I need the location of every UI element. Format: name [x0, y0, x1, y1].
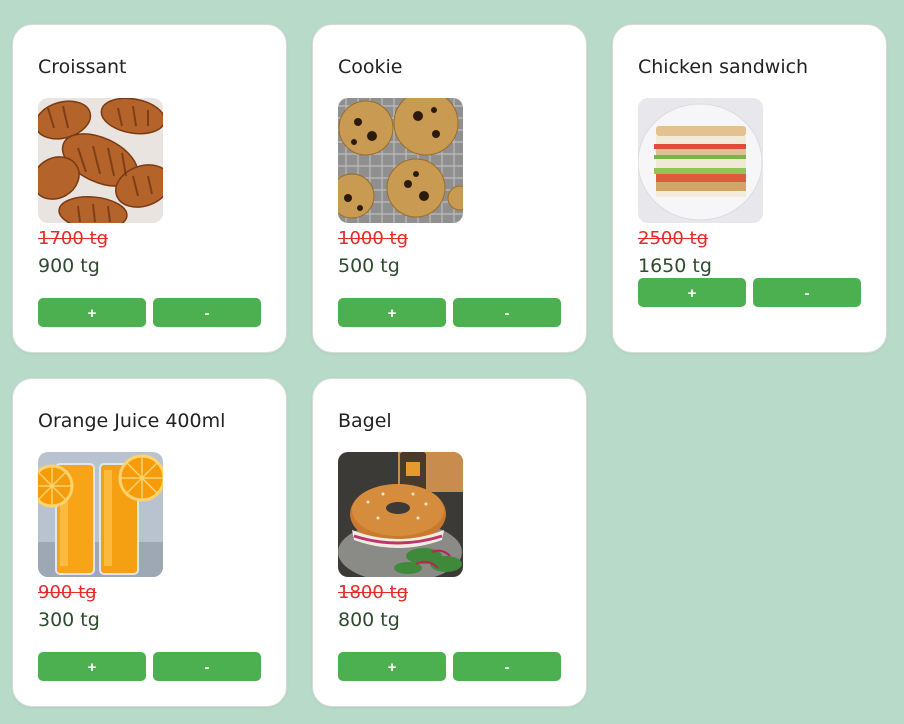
discounted-price: 800 tg — [338, 609, 400, 631]
remove-button[interactable]: - — [153, 298, 261, 327]
discounted-price: 300 tg — [38, 609, 100, 631]
orange-juice-photo — [38, 452, 163, 577]
add-button[interactable]: + — [38, 298, 146, 327]
product-card-orange-juice: Orange Juice 400ml 900 tg 300 tg + - — [12, 378, 287, 707]
original-price: 1000 tg — [338, 228, 409, 249]
original-price: 1700 tg — [38, 228, 109, 249]
add-button[interactable]: + — [338, 298, 446, 327]
remove-button[interactable]: - — [753, 278, 861, 307]
cookie-photo — [338, 98, 463, 223]
product-grid: Croissant 1700 tg 900 tg + - Cookie 1000… — [12, 24, 887, 707]
add-button[interactable]: + — [38, 652, 146, 681]
product-title: Croissant — [38, 56, 127, 78]
bagel-photo — [338, 452, 463, 577]
sandwich-photo — [638, 98, 763, 223]
remove-button[interactable]: - — [453, 298, 561, 327]
product-card-cookie: Cookie 1000 tg 500 tg + - — [312, 24, 587, 353]
product-title: Chicken sandwich — [638, 56, 809, 78]
remove-button[interactable]: - — [453, 652, 561, 681]
product-card-bagel: Bagel 1800 tg 800 tg + - — [312, 378, 587, 707]
product-title: Bagel — [338, 410, 392, 432]
discounted-price: 900 tg — [38, 255, 100, 277]
discounted-price: 1650 tg — [638, 255, 712, 277]
product-title: Orange Juice 400ml — [38, 410, 226, 432]
remove-button[interactable]: - — [153, 652, 261, 681]
discounted-price: 500 tg — [338, 255, 400, 277]
original-price: 1800 tg — [338, 582, 409, 603]
original-price: 900 tg — [38, 582, 97, 603]
product-title: Cookie — [338, 56, 403, 78]
add-button[interactable]: + — [638, 278, 746, 307]
original-price: 2500 tg — [638, 228, 709, 249]
croissant-photo — [38, 98, 163, 223]
add-button[interactable]: + — [338, 652, 446, 681]
product-card-croissant: Croissant 1700 tg 900 tg + - — [12, 24, 287, 353]
product-card-chicken-sandwich: Chicken sandwich 2500 tg 1650 tg + - — [612, 24, 887, 353]
